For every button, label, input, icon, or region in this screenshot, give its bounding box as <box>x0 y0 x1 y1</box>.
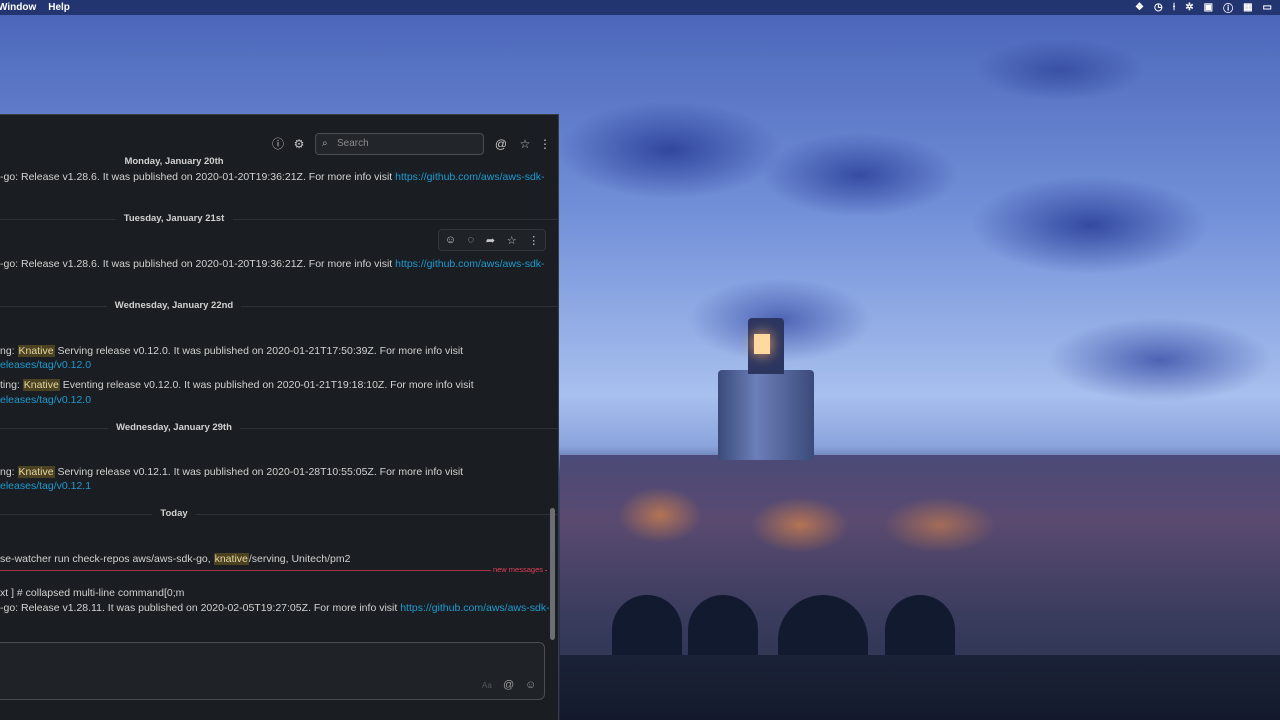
message-link[interactable]: https://github.com/aws/aws-sdk- <box>395 171 544 183</box>
message-text: -go: Release v1.28.6. It was published o… <box>0 258 396 270</box>
reply-thread-icon[interactable]: ◌ <box>468 234 475 246</box>
settings-icon[interactable]: ⚙ <box>292 137 306 151</box>
format-toggle[interactable]: Aa <box>482 681 492 690</box>
more-icon[interactable]: ⋮ <box>538 137 552 151</box>
keyword-highlight: Knative <box>17 345 55 357</box>
message-text: xt ] # collapsed multi-line command[0;m <box>0 587 185 599</box>
menu-window[interactable]: Window <box>0 2 36 13</box>
day-label: Wednesday, January 22nd <box>106 299 242 313</box>
chat-window: ⓘ ⚙ ⌕ Search @ ☆ ⋮ Monday, January 20th … <box>0 114 559 720</box>
day-label: Tuesday, January 21st <box>115 212 233 226</box>
gear-icon[interactable]: ✲ <box>1185 2 1193 13</box>
star-icon[interactable]: ☆ <box>507 234 517 247</box>
day-divider: Today <box>0 507 559 521</box>
add-reaction-icon[interactable]: ☺ <box>445 234 456 246</box>
emoji-icon[interactable]: ☺ <box>525 679 536 691</box>
keyword-highlight: Knative <box>17 466 55 478</box>
day-divider: Wednesday, January 29th <box>0 421 559 435</box>
message-link[interactable]: eleases/tag/v0.12.0 <box>0 394 91 406</box>
info-icon[interactable]: ⓘ <box>271 137 285 151</box>
message: ting: Knative Eventing release v0.12.0. … <box>0 378 474 392</box>
message-text: ng: <box>0 345 18 357</box>
message-text: ting: <box>0 379 23 391</box>
message-actions: ☺ ◌ ➦ ☆ ⋮ <box>438 229 546 251</box>
message-input[interactable]: Aa @ ☺ <box>0 642 545 700</box>
menu-help[interactable]: Help <box>48 2 70 13</box>
keyword-highlight: knative <box>213 553 249 565</box>
message: eleases/tag/v0.12.1 <box>0 479 91 493</box>
message-text: -go: Release v1.28.11. It was published … <box>0 602 401 614</box>
message-text: Serving release v0.12.1. It was publishe… <box>54 466 464 478</box>
day-label: Monday, January 20th <box>116 155 232 169</box>
day-divider: Wednesday, January 22nd <box>0 299 559 313</box>
message: -go: Release v1.28.11. It was published … <box>0 601 550 615</box>
day-divider: Tuesday, January 21st <box>0 212 559 226</box>
pin-icon[interactable]: ⍿ <box>1173 2 1176 13</box>
message: xt ] # collapsed multi-line command[0;m <box>0 586 184 600</box>
new-messages-label: new messages <box>490 565 545 575</box>
wallpaper-lighthouse <box>718 370 814 460</box>
status-tray: ❖ ◷ ⍿ ✲ ▣ ⓘ ▦ ▭ <box>1135 0 1272 15</box>
message-text: ng: <box>0 466 18 478</box>
info-icon[interactable]: ⓘ <box>1223 0 1233 15</box>
star-icon[interactable]: ☆ <box>518 137 532 151</box>
search-icon: ⌕ <box>322 138 328 149</box>
keyword-highlight: Knative <box>22 379 60 391</box>
mention-icon[interactable]: @ <box>503 679 514 691</box>
message: se-watcher run check-repos aws/aws-sdk-g… <box>0 552 350 566</box>
day-divider: Monday, January 20th <box>0 155 559 169</box>
share-icon[interactable]: ➦ <box>486 234 495 247</box>
message: eleases/tag/v0.12.0 <box>0 393 91 407</box>
channel-header: ⓘ ⚙ ⌕ Search @ ☆ ⋮ <box>0 131 559 157</box>
dropbox-icon[interactable]: ❖ <box>1135 2 1144 13</box>
day-label: Wednesday, January 29th <box>108 421 240 435</box>
message: -go: Release v1.28.6. It was published o… <box>0 257 545 271</box>
mention-icon[interactable]: @ <box>494 137 508 151</box>
message: eleases/tag/v0.12.0 <box>0 358 91 372</box>
scrollbar[interactable] <box>550 508 555 640</box>
calendar-icon[interactable]: ▣ <box>1204 2 1213 13</box>
more-icon[interactable]: ⋮ <box>528 234 539 247</box>
message-link[interactable]: eleases/tag/v0.12.1 <box>0 480 91 492</box>
grid-icon[interactable]: ▦ <box>1243 2 1252 13</box>
message-text: se-watcher run check-repos aws/aws-sdk-g… <box>0 553 214 565</box>
clock-icon[interactable]: ◷ <box>1154 2 1163 13</box>
message-text: /serving, Unitech/pm2 <box>248 553 351 565</box>
message-link[interactable]: eleases/tag/v0.12.0 <box>0 359 91 371</box>
day-label: Today <box>152 507 196 521</box>
screen-icon[interactable]: ▭ <box>1263 2 1272 13</box>
wallpaper-ground <box>560 655 1280 720</box>
message-link[interactable]: https://github.com/aws/aws-sdk- <box>400 602 549 614</box>
message-text: -go: Release v1.28.6. It was published o… <box>0 171 396 183</box>
message: ng: Knative Serving release v0.12.0. It … <box>0 344 463 358</box>
new-messages-divider: new messages <box>0 565 559 576</box>
wallpaper-lighthouse-lamp <box>754 334 770 354</box>
menu-bar: Window Help ❖ ◷ ⍿ ✲ ▣ ⓘ ▦ ▭ <box>0 0 1280 15</box>
message: ng: Knative Serving release v0.12.1. It … <box>0 465 463 479</box>
search-input[interactable]: ⌕ Search <box>315 133 484 155</box>
message-text: Eventing release v0.12.0. It was publish… <box>59 379 474 391</box>
message: -go: Release v1.28.6. It was published o… <box>0 170 545 184</box>
search-placeholder: Search <box>337 138 369 149</box>
message-link[interactable]: https://github.com/aws/aws-sdk- <box>395 258 544 270</box>
message-text: Serving release v0.12.0. It was publishe… <box>54 345 464 357</box>
